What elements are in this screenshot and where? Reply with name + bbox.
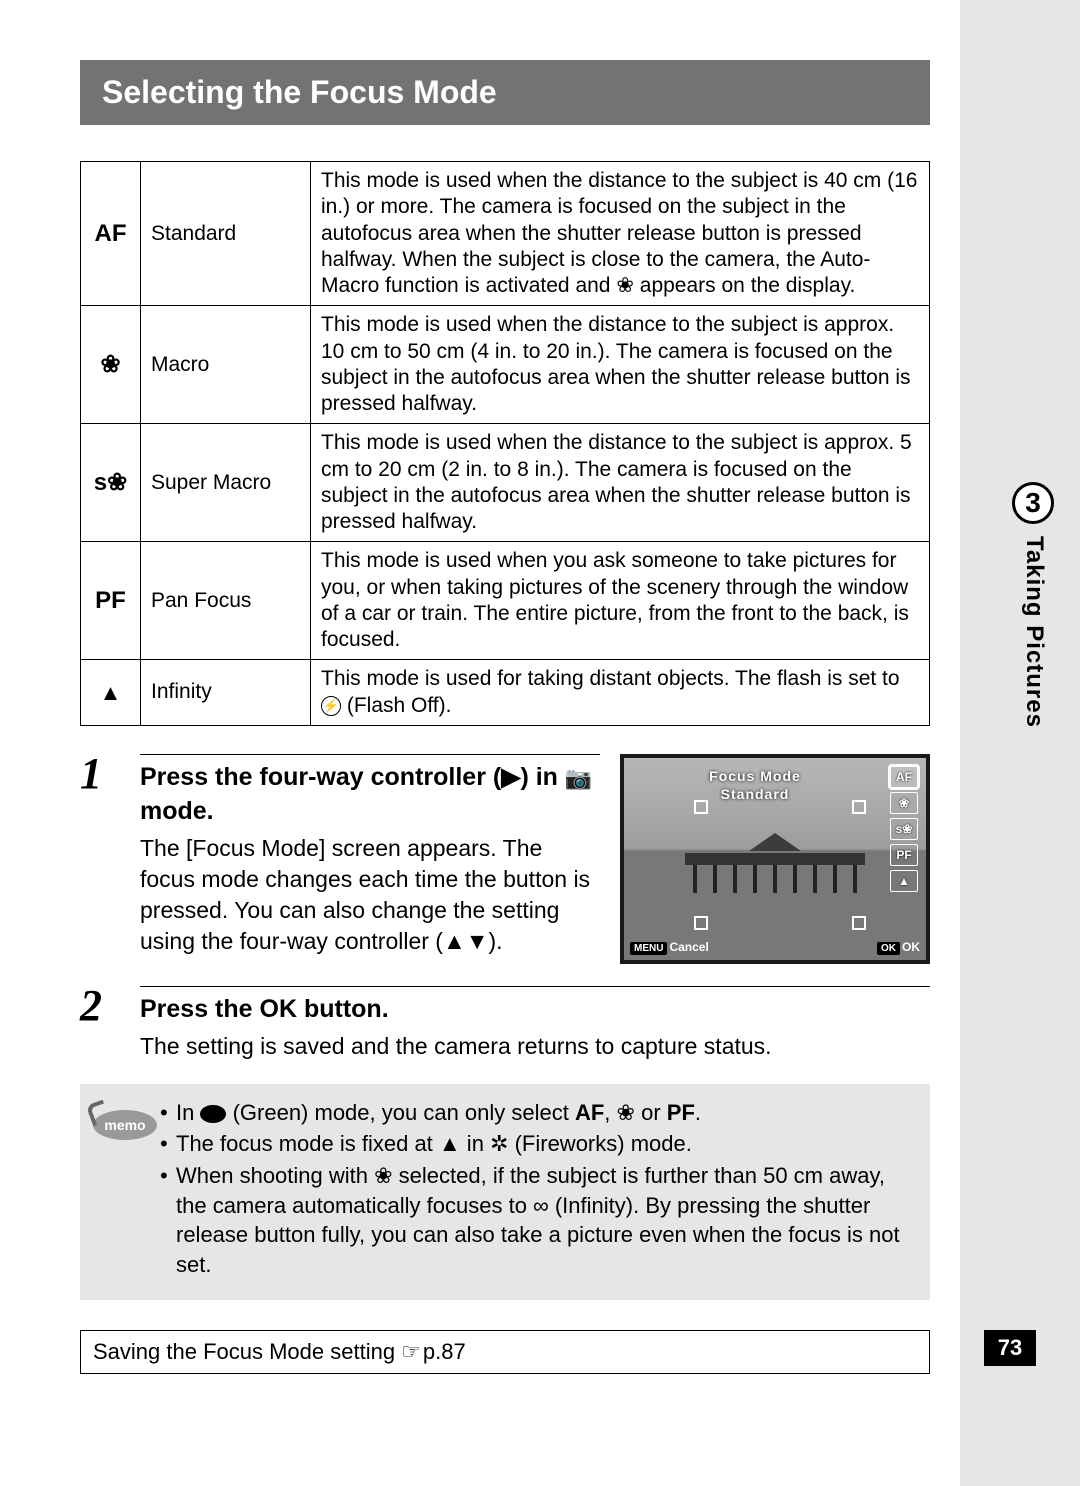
chapter-badge: 3: [1012, 482, 1054, 524]
memo-list: In (Green) mode, you can only select AF,…: [160, 1098, 914, 1282]
mode-icon: AF: [81, 162, 141, 306]
flower-icon: ❀: [374, 1163, 392, 1188]
page-title: Selecting the Focus Mode: [80, 60, 930, 125]
memo-item: The focus mode is fixed at ▲ in ✲ (Firew…: [160, 1129, 914, 1159]
table-row: ❀MacroThis mode is used when the distanc…: [81, 306, 930, 424]
mode-name: Macro: [141, 306, 311, 424]
step2-body: The setting is saved and the camera retu…: [140, 1031, 930, 1062]
mode-name: Super Macro: [141, 424, 311, 542]
memo-icon: memo: [90, 1098, 160, 1282]
camera-icon: 📷: [565, 765, 592, 790]
memo-item: In (Green) mode, you can only select AF,…: [160, 1098, 914, 1128]
table-row: PFPan FocusThis mode is used when you as…: [81, 542, 930, 660]
af-text-icon: AF: [575, 1100, 604, 1125]
mode-icon: s❀: [81, 424, 141, 542]
ref-page: p.87: [423, 1339, 466, 1365]
lcd-mode-icon: ▲: [890, 870, 918, 892]
steps: 1 Press the four-way controller (▶) in 📷…: [80, 754, 930, 1062]
mode-desc: This mode is used when the distance to t…: [311, 162, 930, 306]
chapter-label: Taking Pictures: [1020, 536, 1048, 728]
flash-off-icon: ⚡: [321, 696, 341, 716]
focus-mode-table: AFStandardThis mode is used when the dis…: [80, 161, 930, 726]
memo-oval-icon: memo: [93, 1110, 157, 1140]
mode-desc: This mode is used when you ask someone t…: [311, 542, 930, 660]
step1-head-a: Press the four-way controller (: [140, 763, 501, 791]
table-row: s❀Super MacroThis mode is used when the …: [81, 424, 930, 542]
pointer-icon: ☞: [401, 1339, 421, 1365]
lcd-mode-icon: AF: [890, 766, 918, 788]
ref-text: Saving the Focus Mode setting: [93, 1339, 401, 1364]
page: 3 Taking Pictures 73 Selecting the Focus…: [0, 0, 1080, 1486]
lcd-mode-icons: AF ❀ s❀ PF ▲: [890, 766, 920, 892]
mode-desc: This mode is used for taking distant obj…: [311, 660, 930, 726]
lcd-mode-icon: s❀: [890, 818, 918, 840]
memo-item: When shooting with ❀ selected, if the su…: [160, 1161, 914, 1280]
mode-name: Pan Focus: [141, 542, 311, 660]
step1-heading: Press the four-way controller (▶) in 📷 m…: [140, 754, 600, 829]
lcd-scene: [685, 833, 865, 893]
flower-icon: ❀: [617, 1100, 635, 1125]
page-number: 73: [984, 1330, 1036, 1366]
lcd-cancel: Cancel: [669, 940, 708, 954]
step-2: 2 Press the OK button. The setting is sa…: [80, 986, 930, 1062]
mode-icon: ▲: [81, 660, 141, 726]
right-tri-icon: ▶: [501, 761, 520, 795]
lcd-menubar: MENUCancel OKOK: [630, 940, 920, 954]
step1-head-b: ) in: [520, 763, 564, 791]
mode-icon: PF: [81, 542, 141, 660]
mode-icon: ❀: [81, 306, 141, 424]
mountain-icon: ▲: [439, 1131, 461, 1156]
step2-head-a: Press the: [140, 995, 260, 1023]
lcd-preview: Focus Mode Standard AF ❀ s❀ PF ▲ MENUCancel …: [620, 754, 930, 964]
lcd-ok-label: OK: [902, 940, 920, 954]
mode-name: Infinity: [141, 660, 311, 726]
step1-head-c: mode.: [140, 797, 214, 825]
step1-body: The [Focus Mode] screen appears. The foc…: [140, 833, 600, 957]
lcd-title: Focus Mode: [624, 768, 886, 784]
step-number: 2: [80, 980, 102, 1031]
lcd-subtitle: Standard: [624, 786, 886, 802]
step2-heading: Press the OK button.: [140, 986, 930, 1027]
step2-head-b: button.: [297, 995, 389, 1023]
fireworks-icon: ✲: [490, 1131, 508, 1156]
mode-desc: This mode is used when the distance to t…: [311, 306, 930, 424]
table-row: AFStandardThis mode is used when the dis…: [81, 162, 930, 306]
step-number: 1: [80, 748, 102, 799]
lcd-ok-btn: OK: [877, 942, 900, 955]
step-1: 1 Press the four-way controller (▶) in 📷…: [80, 754, 930, 964]
mode-name: Standard: [141, 162, 311, 306]
lcd-mode-icon: PF: [890, 844, 918, 866]
flower-icon: ❀: [616, 274, 634, 297]
green-mode-icon: [200, 1105, 226, 1123]
ok-label-icon: OK: [260, 995, 298, 1023]
lcd-mode-icon: ❀: [890, 792, 918, 814]
table-row: ▲InfinityThis mode is used for taking di…: [81, 660, 930, 726]
pf-text-icon: PF: [667, 1100, 695, 1125]
lcd-menu-btn: MENU: [630, 942, 667, 955]
mode-desc: This mode is used when the distance to t…: [311, 424, 930, 542]
reference-box: Saving the Focus Mode setting ☞p.87: [80, 1330, 930, 1374]
memo-box: memo In (Green) mode, you can only selec…: [80, 1084, 930, 1300]
side-strip: [960, 0, 1080, 1486]
